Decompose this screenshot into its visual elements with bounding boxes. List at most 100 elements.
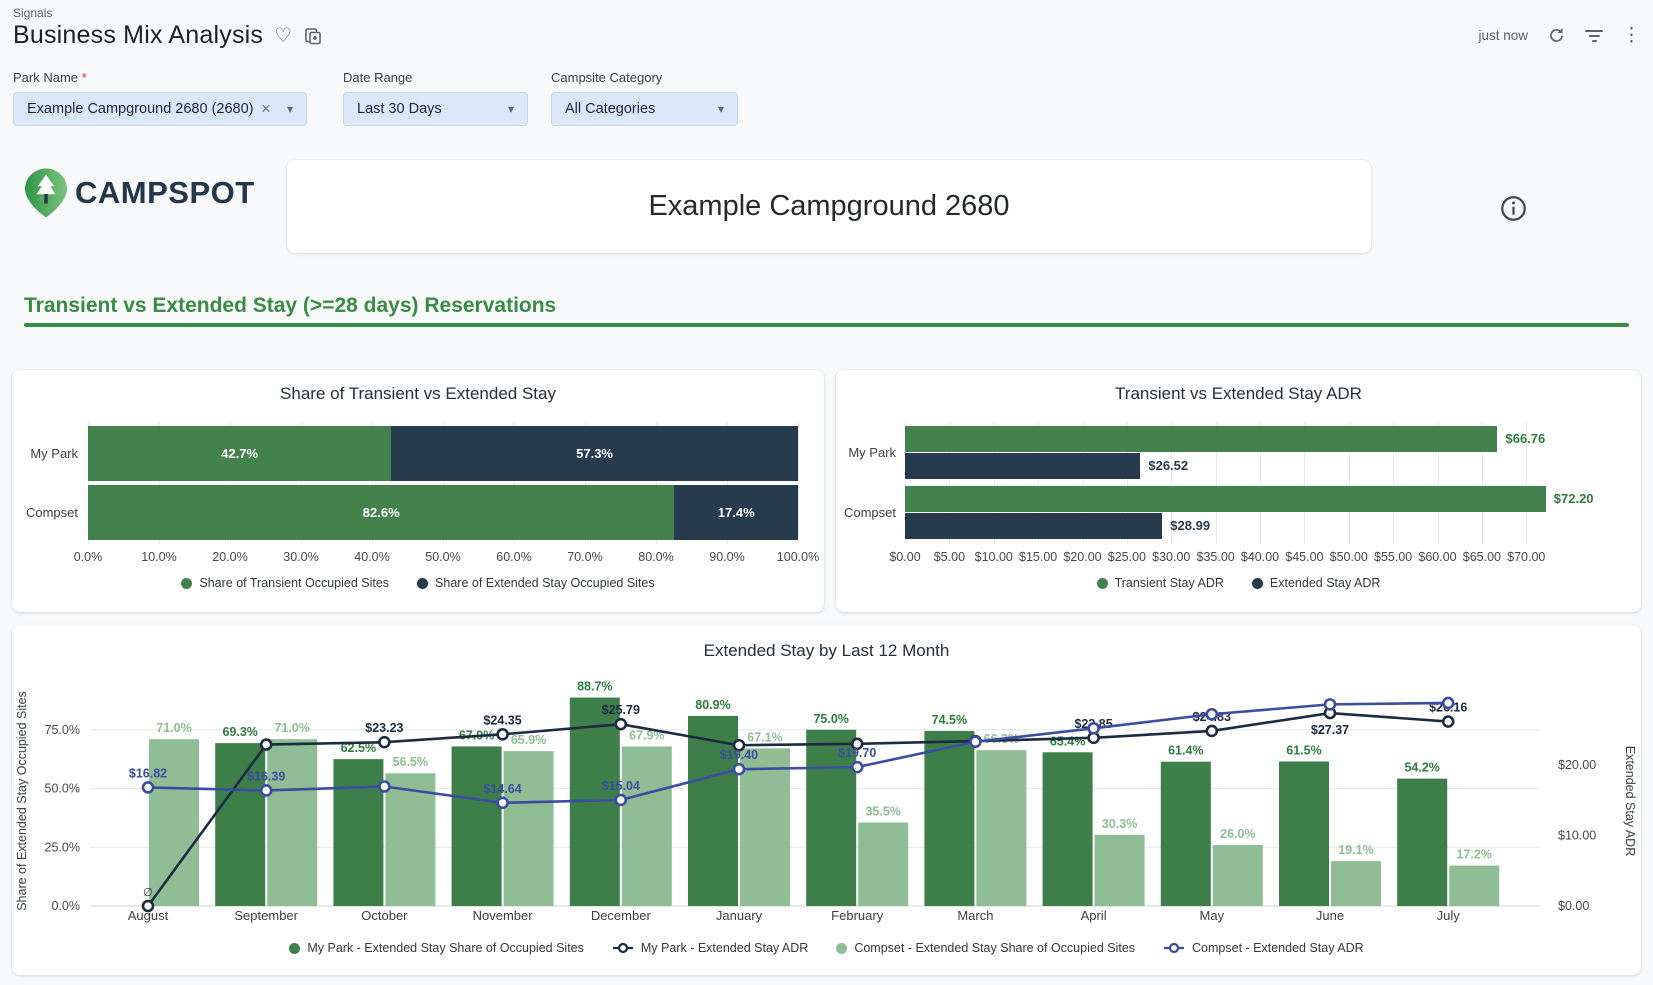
data-point[interactable] (261, 740, 271, 750)
x-axis-label: April (1081, 908, 1107, 923)
data-point[interactable] (1443, 698, 1453, 708)
chevron-down-icon[interactable]: ▾ (287, 102, 293, 116)
bar[interactable] (504, 751, 554, 906)
bar-value-label: 67.1% (747, 730, 782, 744)
line-value-label: $16.39 (247, 769, 285, 783)
x-axis-label: June (1316, 908, 1344, 923)
bar-segment[interactable]: 57.3% (391, 426, 798, 481)
bar[interactable] (1161, 762, 1211, 906)
data-point[interactable] (379, 782, 389, 792)
campspot-logo: CAMPSPOT (25, 168, 255, 218)
date-range-select[interactable]: Last 30 Days ▾ (343, 92, 528, 126)
y-axis-tick: 75.0% (45, 723, 80, 737)
data-point[interactable] (1207, 709, 1217, 719)
data-point[interactable] (498, 798, 508, 808)
bar[interactable] (622, 746, 672, 906)
x-axis-label: May (1200, 908, 1225, 923)
bar[interactable] (905, 513, 1162, 539)
y2-axis-tick: $0.00 (1558, 899, 1589, 913)
x-axis-label: November (473, 908, 534, 923)
bar-segment[interactable]: 42.7% (88, 426, 391, 481)
bar[interactable] (1449, 866, 1499, 906)
chart-title: Extended Stay by Last 12 Month (12, 641, 1641, 661)
legend-item[interactable]: My Park - Extended Stay Share of Occupie… (289, 941, 584, 955)
legend-item[interactable]: Transient Stay ADR (1097, 576, 1224, 590)
legend-item[interactable]: Compset - Extended Stay Share of Occupie… (836, 941, 1135, 955)
data-point[interactable] (498, 729, 508, 739)
legend-dot-icon (181, 578, 192, 589)
category-label: My Park (12, 426, 78, 481)
x-axis-tick: 20.0% (198, 550, 262, 564)
chevron-down-icon[interactable]: ▾ (718, 102, 724, 116)
x-axis-label: October (361, 908, 408, 923)
bar[interactable] (1095, 835, 1145, 906)
data-point[interactable] (1207, 726, 1217, 736)
bar[interactable] (740, 748, 790, 906)
bar[interactable] (858, 823, 908, 906)
value-label: $66.76 (1505, 426, 1545, 452)
line-value-label: $19.40 (720, 748, 758, 762)
refresh-icon[interactable] (1547, 26, 1566, 45)
data-point[interactable] (1443, 717, 1453, 727)
favorite-icon[interactable]: ♡ (274, 26, 292, 46)
extended-stay-chart-plot: 0.0%25.0%50.0%75.0%$0.00$10.00$20.00Shar… (12, 661, 1641, 931)
campsite-category-select[interactable]: All Categories ▾ (551, 92, 738, 126)
legend-item[interactable]: Extended Stay ADR (1252, 576, 1380, 590)
copy-icon[interactable] (303, 26, 323, 46)
park-name-select[interactable]: Example Campground 2680 (2680) × ▾ (13, 92, 307, 126)
adr-chart-card: Transient vs Extended Stay ADR $0.00$5.0… (836, 370, 1641, 612)
breadcrumb[interactable]: Signals (13, 6, 52, 20)
data-point[interactable] (970, 737, 980, 747)
data-point[interactable] (616, 795, 626, 805)
legend-item[interactable]: Compset - Extended Stay ADR (1163, 941, 1364, 955)
bar[interactable] (905, 453, 1140, 479)
bar[interactable] (333, 759, 383, 906)
x-axis-tick: 80.0% (624, 550, 688, 564)
filter-icon[interactable] (1585, 30, 1603, 42)
bar[interactable] (1043, 752, 1093, 906)
bar-value-label: 71.0% (156, 721, 191, 735)
legend-item[interactable]: My Park - Extended Stay ADR (612, 941, 808, 955)
bar[interactable] (1397, 779, 1447, 906)
data-point[interactable] (616, 719, 626, 729)
data-point[interactable] (143, 782, 153, 792)
bar[interactable] (1213, 845, 1263, 906)
data-point[interactable] (379, 737, 389, 747)
bar-value-label: 19.1% (1338, 843, 1373, 857)
legend-item[interactable]: Share of Extended Stay Occupied Sites (417, 576, 655, 590)
data-point[interactable] (734, 764, 744, 774)
legend-item[interactable]: Share of Transient Occupied Sites (181, 576, 389, 590)
bar[interactable] (976, 750, 1026, 906)
bar[interactable] (1331, 861, 1381, 906)
clear-icon[interactable]: × (255, 99, 277, 119)
bar[interactable] (905, 486, 1546, 512)
legend-dot-icon (1097, 578, 1108, 589)
bar-segment[interactable]: 17.4% (674, 485, 798, 540)
x-axis-tick: 30.0% (269, 550, 333, 564)
required-asterisk: * (82, 70, 87, 85)
bar[interactable] (1279, 761, 1329, 906)
info-icon[interactable] (1498, 193, 1529, 229)
bar[interactable] (267, 739, 317, 906)
y-axis-tick: 0.0% (52, 899, 81, 913)
campsite-category-value: All Categories (565, 101, 655, 117)
header-actions: just now ⋮ (1478, 26, 1641, 45)
legend-label: Share of Extended Stay Occupied Sites (435, 576, 655, 590)
campground-banner: Example Campground 2680 (287, 160, 1371, 253)
data-point[interactable] (261, 785, 271, 795)
x-axis-tick: 60.0% (482, 550, 546, 564)
bar[interactable] (452, 746, 502, 906)
bar-segment[interactable]: 82.6% (88, 485, 674, 540)
brand-wordmark: CAMPSPOT (75, 175, 255, 211)
kebab-menu-icon[interactable]: ⋮ (1622, 26, 1641, 45)
bar[interactable] (924, 731, 974, 906)
bar[interactable] (905, 426, 1497, 452)
bar-value-label: 35.5% (865, 805, 900, 819)
chevron-down-icon[interactable]: ▾ (508, 102, 514, 116)
bar[interactable] (149, 739, 199, 906)
null-value-marker: ∅ (143, 887, 153, 899)
data-point[interactable] (1325, 699, 1335, 709)
bar[interactable] (215, 743, 265, 906)
data-point[interactable] (852, 762, 862, 772)
data-point[interactable] (1089, 723, 1099, 733)
